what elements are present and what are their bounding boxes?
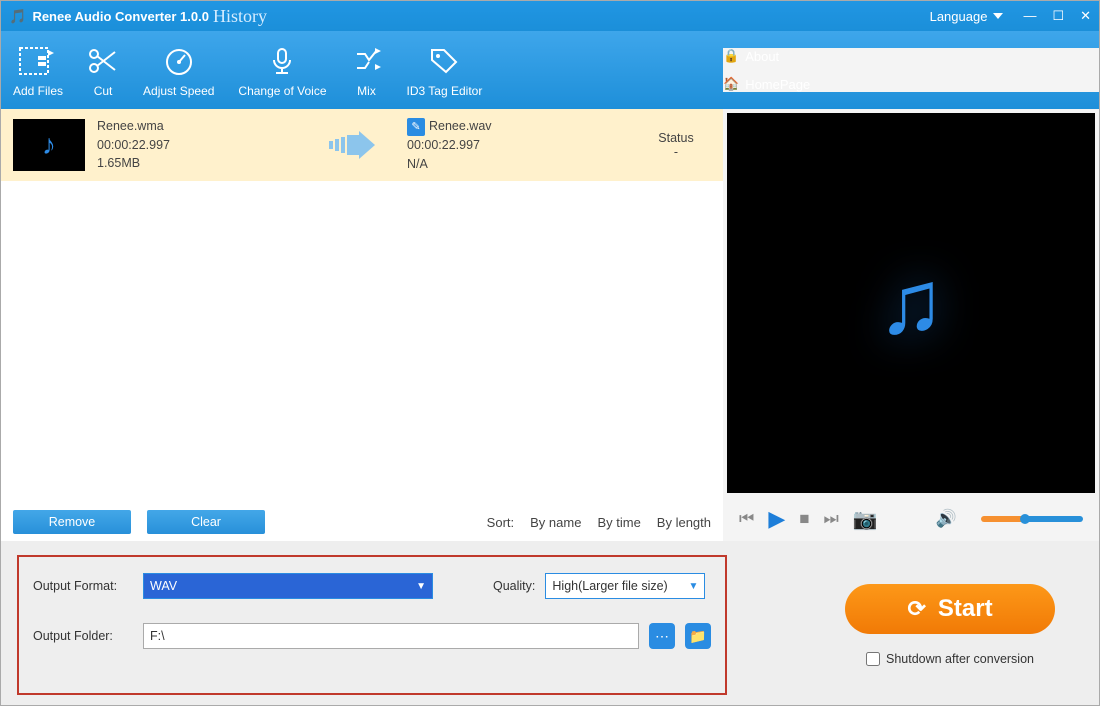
preview-pane: ♫: [727, 113, 1095, 493]
stop-button[interactable]: ■: [799, 509, 809, 529]
volume-slider[interactable]: [981, 516, 1083, 522]
app-icon: 🎵: [9, 8, 26, 25]
chevron-down-icon: [993, 13, 1003, 19]
microphone-icon: [266, 44, 298, 78]
about-label: About: [745, 49, 779, 64]
edit-icon[interactable]: ✎: [407, 118, 425, 136]
shutdown-label: Shutdown after conversion: [886, 652, 1034, 666]
start-button[interactable]: ⟳ Start: [845, 584, 1055, 634]
adjust-speed-label: Adjust Speed: [143, 84, 214, 98]
cut-label: Cut: [94, 84, 113, 98]
mix-icon: [351, 44, 383, 78]
add-files-button[interactable]: Add Files: [1, 34, 75, 106]
play-button[interactable]: ▶: [768, 506, 785, 532]
language-label: Language: [930, 9, 988, 24]
sort-by-name[interactable]: By name: [530, 515, 581, 530]
mix-button[interactable]: Mix: [339, 34, 395, 106]
dest-duration: 00:00:22.997: [407, 136, 607, 155]
shutdown-checkbox-input[interactable]: [866, 652, 880, 666]
titlebar: 🎵 Renee Audio Converter 1.0.0 History La…: [1, 1, 1099, 31]
refresh-icon: ⟳: [907, 596, 925, 622]
mix-label: Mix: [357, 84, 376, 98]
toolbar: Add Files Cut Adjust Speed Change of Voi…: [1, 31, 1099, 109]
sort-label: Sort:: [487, 515, 514, 530]
shutdown-checkbox[interactable]: Shutdown after conversion: [866, 652, 1034, 666]
add-files-label: Add Files: [13, 84, 63, 98]
dest-size: N/A: [407, 155, 607, 174]
arrow-icon: [329, 131, 375, 159]
volume-icon[interactable]: 🔊: [936, 509, 957, 529]
chevron-down-icon: ▼: [416, 581, 426, 592]
output-format-label: Output Format:: [33, 579, 133, 593]
adjust-speed-button[interactable]: Adjust Speed: [131, 34, 226, 106]
homepage-label: HomePage: [745, 77, 810, 92]
id3-tag-label: ID3 Tag Editor: [407, 84, 483, 98]
change-voice-button[interactable]: Change of Voice: [226, 34, 338, 106]
scissors-icon: [87, 44, 119, 78]
sort-by-time[interactable]: By time: [597, 515, 640, 530]
file-thumbnail: ♪: [13, 119, 85, 171]
quality-label: Quality:: [493, 579, 535, 593]
home-icon: 🏠: [723, 76, 739, 92]
history-link[interactable]: History: [213, 6, 267, 27]
quality-select[interactable]: High(Larger file size) ▼: [545, 573, 705, 599]
homepage-link[interactable]: 🏠 HomePage: [723, 76, 1083, 92]
status-value: -: [641, 145, 711, 159]
clear-button[interactable]: Clear: [147, 510, 265, 534]
language-dropdown[interactable]: Language: [930, 9, 1004, 24]
id3-tag-button[interactable]: ID3 Tag Editor: [395, 34, 495, 106]
source-filename: Renee.wma: [97, 117, 297, 136]
close-button[interactable]: ✕: [1080, 8, 1091, 24]
prev-button[interactable]: ⏮: [739, 509, 754, 529]
output-settings: Output Format: WAV ▼ Quality: High(Large…: [17, 555, 727, 695]
status-header: Status: [641, 131, 711, 145]
quality-value: High(Larger file size): [552, 579, 667, 593]
browse-folder-button[interactable]: 📁: [685, 623, 711, 649]
camera-button[interactable]: 📷: [853, 507, 878, 532]
dest-filename: Renee.wav: [429, 119, 492, 133]
sort-by-length[interactable]: By length: [657, 515, 711, 530]
output-folder-label: Output Folder:: [33, 629, 133, 643]
change-voice-label: Change of Voice: [238, 84, 326, 98]
remove-button[interactable]: Remove: [13, 510, 131, 534]
output-format-select[interactable]: WAV ▼: [143, 573, 433, 599]
tag-icon: [428, 44, 460, 78]
maximize-button[interactable]: ☐: [1052, 8, 1064, 24]
cut-button[interactable]: Cut: [75, 34, 131, 106]
next-button[interactable]: ⏭: [824, 509, 839, 529]
source-size: 1.65MB: [97, 154, 297, 173]
speedometer-icon: [163, 44, 195, 78]
film-icon: [18, 44, 58, 78]
output-folder-input[interactable]: F:\: [143, 623, 639, 649]
app-title: Renee Audio Converter 1.0.0: [32, 9, 209, 24]
more-button[interactable]: ⋯: [649, 623, 675, 649]
source-duration: 00:00:22.997: [97, 136, 297, 155]
music-note-icon: ♫: [877, 252, 945, 355]
start-label: Start: [938, 595, 993, 623]
file-row[interactable]: ♪ Renee.wma 00:00:22.997 1.65MB ✎ Renee.w…: [1, 109, 723, 181]
chevron-down-icon: ▼: [688, 581, 698, 592]
about-link[interactable]: 🔒 About: [723, 48, 1083, 64]
lock-icon: 🔒: [723, 48, 739, 64]
minimize-button[interactable]: —: [1023, 8, 1036, 24]
output-format-value: WAV: [150, 579, 177, 593]
